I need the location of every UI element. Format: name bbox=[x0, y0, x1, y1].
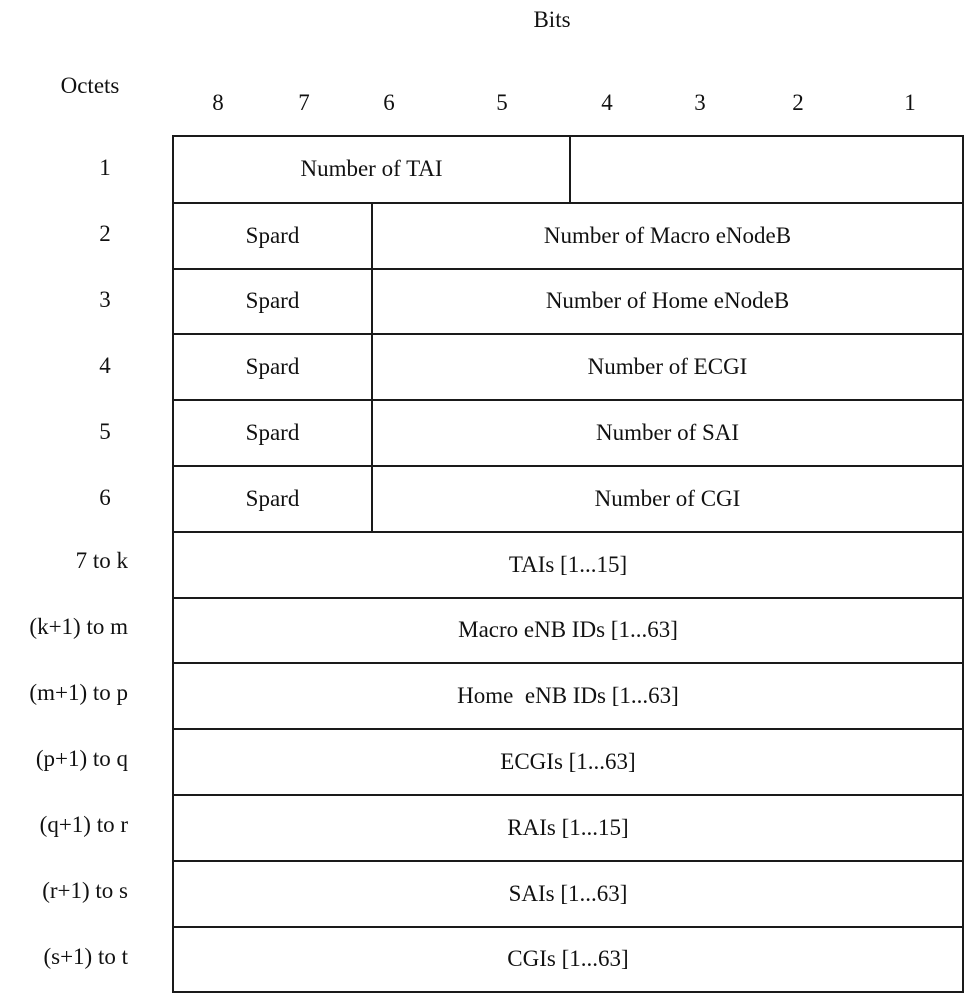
table-row-octet-2: Spard Number of Macro eNodeB bbox=[174, 201, 962, 268]
bit-number-2: 2 bbox=[792, 90, 804, 115]
spare-field: Spard bbox=[245, 354, 300, 380]
sais-field: SAIs [1...63] bbox=[508, 880, 628, 906]
octet-label-s1-to-t: (s+1) to t bbox=[43, 944, 128, 969]
bit-number-5: 5 bbox=[496, 90, 508, 115]
bit-number-6: 6 bbox=[383, 90, 395, 115]
table-row-octet-3: Spard Number of Home eNodeB bbox=[174, 267, 962, 334]
number-of-tai-field: Number of TAI bbox=[300, 156, 443, 182]
octet-label-1: 1 bbox=[99, 155, 111, 180]
number-of-macro-enodeb-field: Number of Macro eNodeB bbox=[371, 203, 962, 268]
bit-number-3: 3 bbox=[694, 90, 706, 115]
spare-field: Spard bbox=[245, 420, 300, 446]
bit-number-4: 4 bbox=[601, 90, 613, 115]
octet-label-4: 4 bbox=[99, 353, 111, 378]
table-row-sais: SAIs [1...63] bbox=[174, 859, 962, 926]
message-format-table: Number of TAI Spard Number of Macro eNod… bbox=[172, 135, 964, 994]
octet-label-7-to-k: 7 to k bbox=[75, 548, 128, 573]
table-row-octet-6: Spard Number of CGI bbox=[174, 464, 962, 531]
table-row-ecgis: ECGIs [1...63] bbox=[174, 728, 962, 794]
octet-label-p1-to-q: (p+1) to q bbox=[35, 746, 128, 771]
octet-label-5: 5 bbox=[99, 419, 111, 444]
octet-label-3: 3 bbox=[99, 287, 111, 312]
empty-field bbox=[569, 137, 962, 202]
bit-number-7: 7 bbox=[298, 90, 310, 115]
table-row-cgis: CGIs [1...63] bbox=[174, 925, 962, 992]
cgis-field: CGIs [1...63] bbox=[507, 946, 629, 972]
ecgis-field: ECGIs [1...63] bbox=[500, 749, 636, 775]
octet-label-2: 2 bbox=[99, 221, 111, 246]
table-row-octet-1: Number of TAI bbox=[174, 137, 962, 202]
octet-label-6: 6 bbox=[99, 485, 111, 510]
octets-axis-title: Octets bbox=[60, 73, 120, 98]
spare-field: Spard bbox=[245, 485, 300, 511]
table-row-rais: RAIs [1...15] bbox=[174, 793, 962, 860]
rais-field: RAIs [1...15] bbox=[507, 814, 629, 840]
octet-label-q1-to-r: (q+1) to r bbox=[39, 812, 128, 837]
number-of-ecgi-field: Number of ECGI bbox=[371, 335, 962, 400]
bit-number-8: 8 bbox=[212, 90, 224, 115]
tais-field: TAIs [1...15] bbox=[508, 551, 628, 577]
octet-label-m1-to-p: (m+1) to p bbox=[29, 680, 128, 705]
macro-enb-ids-field: Macro eNB IDs [1...63] bbox=[458, 617, 678, 643]
octet-label-r1-to-s: (r+1) to s bbox=[42, 878, 128, 903]
octet-label-k1-to-m: (k+1) to m bbox=[29, 614, 128, 639]
table-row-macro-enb-ids: Macro eNB IDs [1...63] bbox=[174, 596, 962, 663]
number-of-cgi-field: Number of CGI bbox=[371, 466, 962, 531]
spare-field: Spard bbox=[245, 222, 300, 248]
table-row-home-enb-ids: Home eNB IDs [1...63] bbox=[174, 662, 962, 728]
table-row-octet-4: Spard Number of ECGI bbox=[174, 333, 962, 400]
number-of-sai-field: Number of SAI bbox=[371, 401, 962, 465]
bit-number-1: 1 bbox=[904, 90, 916, 115]
table-row-tais: TAIs [1...15] bbox=[174, 530, 962, 597]
home-enb-ids-field: Home eNB IDs [1...63] bbox=[457, 683, 679, 709]
table-row-octet-5: Spard Number of SAI bbox=[174, 399, 962, 465]
bits-axis-title: Bits bbox=[533, 7, 571, 32]
number-of-home-enodeb-field: Number of Home eNodeB bbox=[371, 269, 962, 334]
spare-field: Spard bbox=[245, 288, 300, 314]
